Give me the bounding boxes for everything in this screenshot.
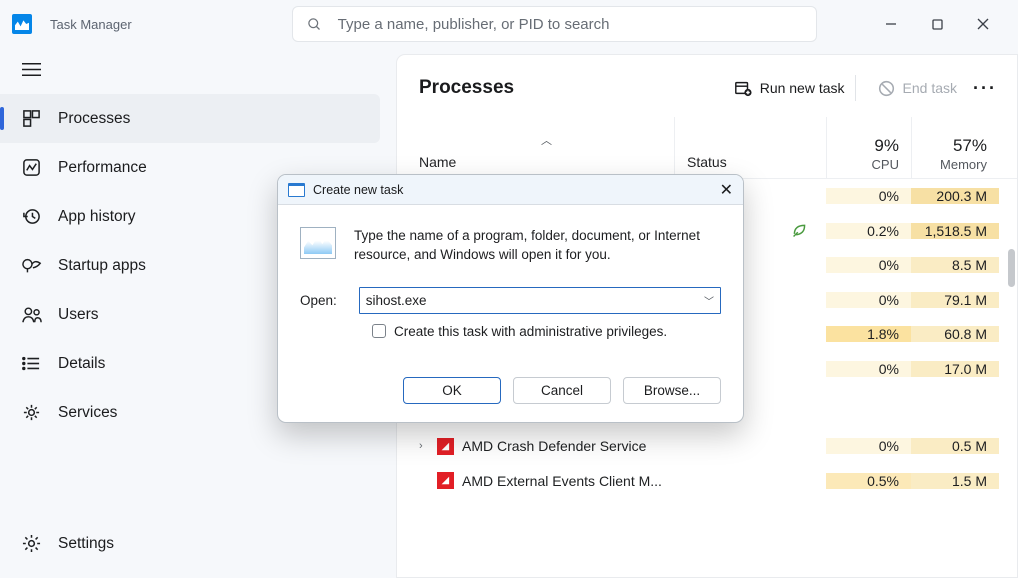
- sidebar-item-label: Processes: [58, 110, 130, 128]
- hamburger-button[interactable]: [0, 54, 392, 94]
- open-value: sihost.exe: [366, 293, 427, 308]
- sidebar-item-label: Services: [58, 404, 117, 422]
- startup-icon: [22, 258, 44, 274]
- services-icon: [22, 403, 44, 422]
- details-icon: [22, 356, 44, 371]
- run-task-icon: [734, 79, 752, 97]
- dialog-description: Type the name of a program, folder, docu…: [354, 227, 721, 265]
- sidebar-item-label: Settings: [58, 535, 114, 553]
- sidebar-item-label: Details: [58, 355, 105, 373]
- users-icon: [22, 306, 44, 324]
- mem-pct: 57%: [953, 136, 987, 156]
- sort-chevron-icon: ︿: [541, 132, 552, 148]
- minimize-button[interactable]: [868, 3, 914, 45]
- column-memory[interactable]: 57% Memory: [911, 117, 999, 178]
- sidebar-item-settings[interactable]: Settings: [0, 519, 380, 568]
- admin-checkbox[interactable]: Create this task with administrative pri…: [372, 324, 721, 339]
- performance-icon: [22, 158, 44, 177]
- chevron-down-icon: ﹀: [704, 293, 714, 308]
- app-title: Task Manager: [50, 17, 132, 32]
- sidebar-item-label: App history: [58, 208, 136, 226]
- cpu-label: CPU: [872, 157, 899, 172]
- more-button[interactable]: ···: [973, 78, 997, 99]
- column-name-label: Name: [419, 154, 674, 170]
- column-status[interactable]: Status: [674, 117, 826, 178]
- column-name[interactable]: ︿ Name: [397, 117, 674, 178]
- run-chart-icon: [300, 227, 336, 259]
- sidebar-item-processes[interactable]: Processes: [0, 94, 380, 143]
- close-button[interactable]: [960, 3, 1006, 45]
- open-combobox[interactable]: sihost.exe ﹀: [359, 287, 721, 314]
- end-task-label: End task: [903, 80, 957, 96]
- run-new-task-button[interactable]: Run new task: [734, 79, 845, 97]
- sidebar-item-label: Startup apps: [58, 257, 146, 275]
- dialog-icon: [288, 183, 305, 197]
- scrollbar[interactable]: [1008, 249, 1015, 287]
- cpu-pct: 9%: [874, 136, 899, 156]
- end-task-icon: [878, 80, 895, 97]
- browse-button[interactable]: Browse...: [623, 377, 721, 404]
- sidebar-item-label: Users: [58, 306, 98, 324]
- search-placeholder: Type a name, publisher, or PID to search: [338, 16, 610, 33]
- sidebar-item-label: Performance: [58, 159, 147, 177]
- table-row[interactable]: ◢AMD External Events Client M...0.5%1.5 …: [397, 464, 1017, 499]
- mem-label: Memory: [940, 157, 987, 172]
- table-row[interactable]: ›◢AMD Crash Defender Service0%0.5 M: [397, 429, 1017, 464]
- toolbar: Processes Run new task End task ···: [397, 55, 1017, 117]
- amd-icon: ◢: [437, 438, 454, 455]
- leaf-icon: [791, 222, 808, 239]
- dialog-titlebar[interactable]: Create new task ✕: [278, 175, 743, 205]
- maximize-button[interactable]: [914, 3, 960, 45]
- column-headers: ︿ Name Status 9% CPU 57% Memory: [397, 117, 1017, 179]
- gear-icon: [22, 534, 44, 553]
- amd-icon: ◢: [437, 472, 454, 489]
- titlebar: Task Manager Type a name, publisher, or …: [0, 0, 1018, 48]
- search-input[interactable]: Type a name, publisher, or PID to search: [292, 6, 817, 42]
- divider: [855, 75, 856, 101]
- search-icon: [307, 17, 322, 32]
- app-icon: [12, 14, 32, 34]
- page-title: Processes: [419, 77, 514, 99]
- run-task-label: Run new task: [760, 80, 845, 96]
- cancel-button[interactable]: Cancel: [513, 377, 611, 404]
- dialog-close-button[interactable]: ✕: [720, 180, 733, 200]
- admin-label: Create this task with administrative pri…: [394, 324, 667, 339]
- ok-button[interactable]: OK: [403, 377, 501, 404]
- create-task-dialog: Create new task ✕ Type the name of a pro…: [277, 174, 744, 423]
- processes-icon: [22, 109, 44, 128]
- process-name: AMD External Events Client M...: [462, 473, 662, 489]
- checkbox-icon: [372, 324, 386, 338]
- history-icon: [22, 207, 44, 226]
- process-name: AMD Crash Defender Service: [462, 438, 646, 454]
- end-task-button[interactable]: End task: [878, 80, 957, 97]
- window-controls: [868, 3, 1006, 45]
- open-label: Open:: [300, 293, 337, 308]
- dialog-title: Create new task: [313, 183, 403, 197]
- column-cpu[interactable]: 9% CPU: [826, 117, 911, 178]
